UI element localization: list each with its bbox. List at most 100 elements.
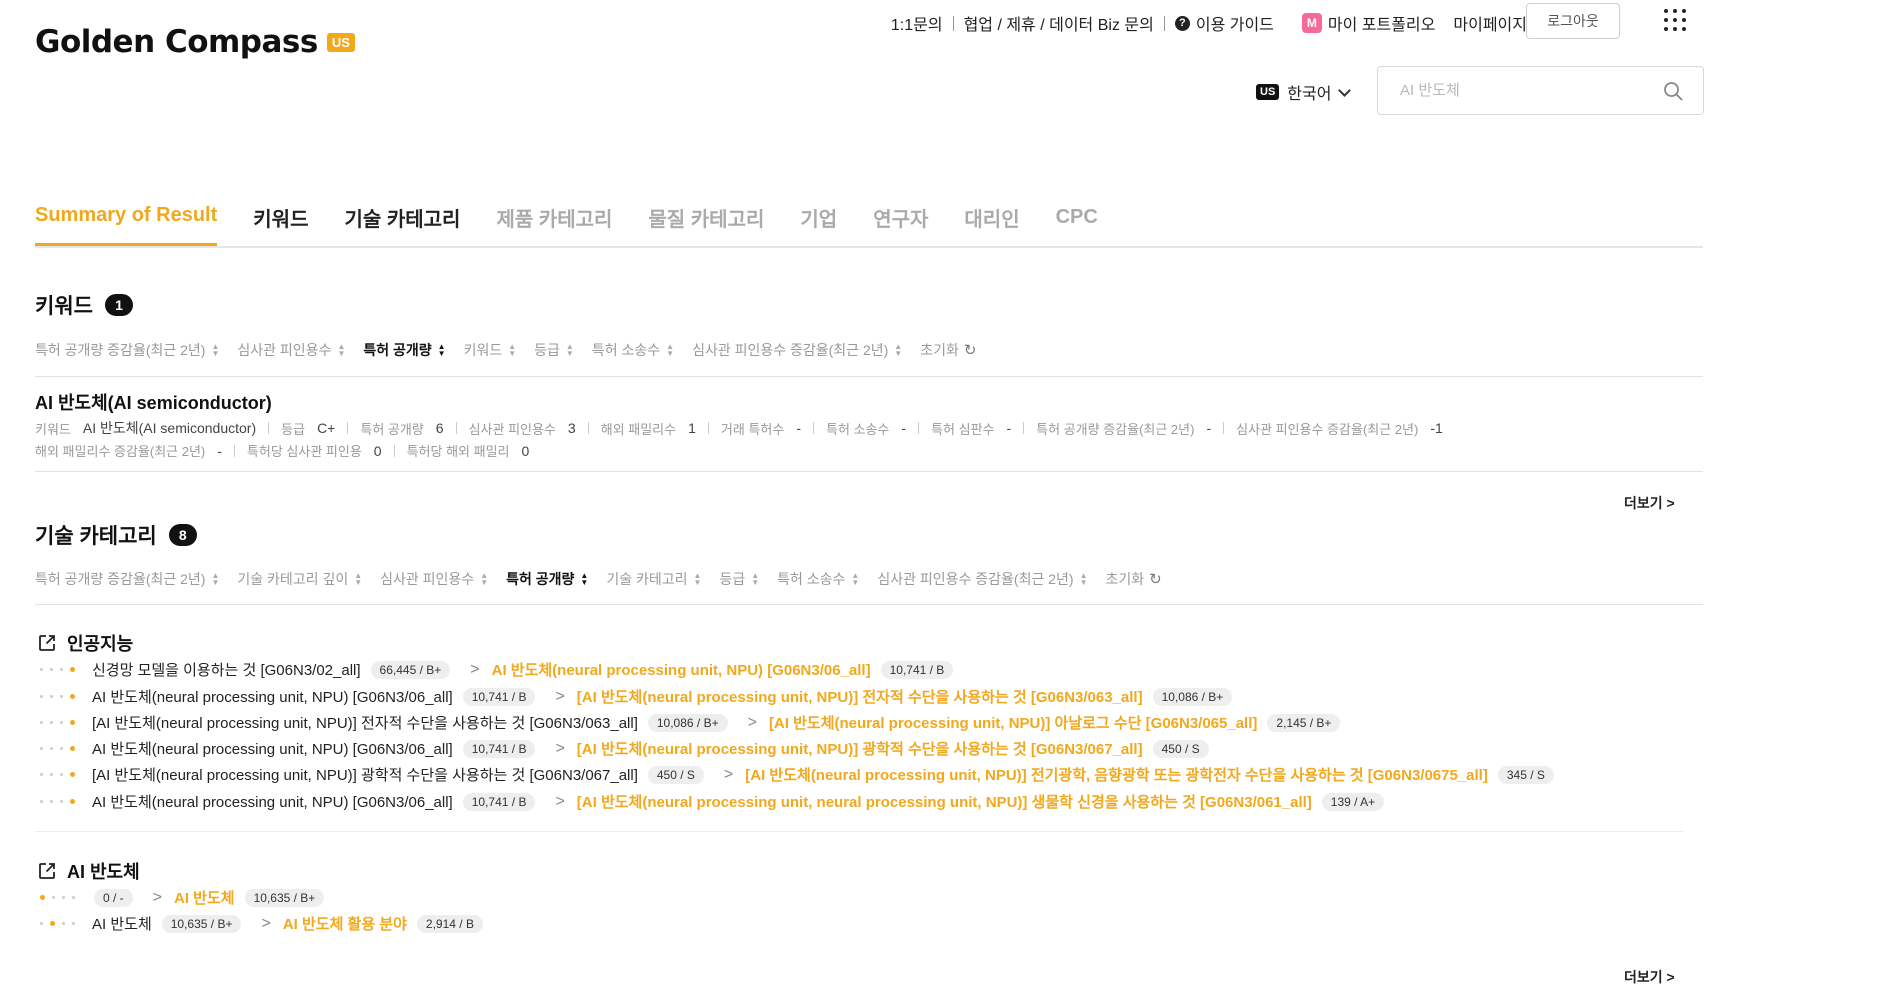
sort-citation-growth[interactable]: 심사관 피인용수 증감율(최근 2년) ▲ ▼ xyxy=(692,340,902,360)
sort-icon: ▲ ▼ xyxy=(337,342,346,358)
stat-chip: 10,086 / B+ xyxy=(647,713,728,732)
sort-icon: ▲ ▼ xyxy=(580,571,589,587)
search-input[interactable] xyxy=(1398,81,1652,100)
path-node-highlighted[interactable]: [AI 반도체(neural processing unit, neural p… xyxy=(577,791,1312,812)
external-link-icon xyxy=(39,863,55,879)
link-inquiry[interactable]: 1:1문의 xyxy=(891,11,943,35)
path-node-highlighted[interactable]: AI 반도체(neural processing unit, NPU) [G06… xyxy=(492,659,871,680)
path-node-highlighted[interactable]: AI 반도체 xyxy=(174,887,235,908)
sort-tech-category[interactable]: 기술 카테고리 ▲ ▼ xyxy=(606,569,701,589)
tab-cpc[interactable]: CPC xyxy=(1056,194,1098,246)
sort-category-depth[interactable]: 기술 카테고리 깊이 ▲ ▼ xyxy=(237,569,362,589)
path-node[interactable]: [AI 반도체(neural processing unit, NPU)] 광학… xyxy=(92,764,638,785)
link-mypage[interactable]: 마이페이지 xyxy=(1453,11,1527,35)
path-node-highlighted[interactable]: AI 반도체 활용 분야 xyxy=(283,913,407,934)
sort-examiner-citations[interactable]: 심사관 피인용수 ▲ ▼ xyxy=(380,569,488,589)
logo-text: Golden Compass xyxy=(35,24,318,60)
chevron-right-icon: > xyxy=(555,792,565,810)
category-group-ai[interactable]: 인공지능 xyxy=(38,630,133,656)
keyword-meta-line-1: 키워드 AI 반도체(AI semiconductor) 등급 C+ 특허 공개량 6… xyxy=(35,420,1443,437)
sort-citation-growth[interactable]: 심사관 피인용수 증감율(최근 2년) ▲ ▼ xyxy=(877,569,1087,589)
tab-tech-category[interactable]: 기술 카테고리 xyxy=(344,194,460,246)
category-path-row: 0 / - > AI 반도체 10,635 / B+ xyxy=(40,887,325,908)
category-group-ai-semiconductor[interactable]: AI 반도체 xyxy=(38,858,140,884)
reset-filters-button[interactable]: 초기화 ↻ xyxy=(920,340,976,360)
path-node-highlighted[interactable]: [AI 반도체(neural processing unit, NPU)] 아날… xyxy=(769,712,1257,733)
depth-dots xyxy=(40,746,82,751)
keyword-more-link[interactable]: 더보기 > xyxy=(1624,493,1675,513)
link-portfolio[interactable]: 마이 포트폴리오 xyxy=(1328,11,1436,35)
sort-icon: ▲ ▼ xyxy=(354,571,363,587)
search-icon[interactable] xyxy=(1663,81,1683,101)
category-path-row: AI 반도체(neural processing unit, NPU) [G06… xyxy=(40,686,1233,707)
help-icon: ? xyxy=(1174,15,1190,31)
sort-examiner-citations[interactable]: 심사관 피인용수 ▲ ▼ xyxy=(237,340,345,360)
tech-more-link[interactable]: 더보기 > xyxy=(1624,967,1675,987)
tab-researcher[interactable]: 연구자 xyxy=(873,194,928,246)
category-group-name: AI 반도체 xyxy=(67,862,140,882)
keyword-item-title[interactable]: AI 반도체(AI semiconductor) xyxy=(35,389,272,415)
link-biz-inquiry[interactable]: 협업 / 제휴 / 데이터 Biz 문의 xyxy=(964,11,1154,35)
sort-grade[interactable]: 등급 ▲ ▼ xyxy=(534,340,574,360)
sort-icon: ▲ ▼ xyxy=(480,571,489,587)
apps-grid-icon[interactable] xyxy=(1664,9,1686,31)
sort-litigation[interactable]: 특허 소송수 ▲ ▼ xyxy=(777,569,859,589)
chevron-right-icon: > xyxy=(723,765,734,783)
stat-chip: 10,635 / B+ xyxy=(244,888,325,907)
category-path-row: AI 반도체(neural processing unit, NPU) [G06… xyxy=(40,738,1209,759)
depth-dots xyxy=(40,694,82,699)
chevron-right-icon: > xyxy=(555,739,565,757)
category-path-row: AI 반도체(neural processing unit, NPU) [G06… xyxy=(40,791,1385,812)
search-box[interactable] xyxy=(1377,66,1704,115)
stat-chip: 10,741 / B xyxy=(462,792,536,811)
language-selector[interactable]: US 한국어 xyxy=(1256,80,1352,104)
path-node-highlighted[interactable]: [AI 반도체(neural processing unit, NPU)] 전기… xyxy=(745,764,1488,785)
sort-icon: ▲ ▼ xyxy=(508,342,517,358)
path-node[interactable]: AI 반도체 xyxy=(92,913,152,934)
tab-agent[interactable]: 대리인 xyxy=(964,194,1019,246)
language-label: 한국어 xyxy=(1287,86,1332,103)
sort-litigation[interactable]: 특허 소송수 ▲ ▼ xyxy=(592,340,674,360)
reset-filters-button[interactable]: 초기화 ↻ xyxy=(1105,569,1161,589)
tab-material-category[interactable]: 물질 카테고리 xyxy=(648,194,764,246)
depth-dots xyxy=(40,799,82,804)
keyword-section-title: 키워드 1 xyxy=(35,290,133,320)
category-path-row: [AI 반도체(neural processing unit, NPU)] 전자… xyxy=(40,712,1341,733)
tab-summary[interactable]: Summary of Result xyxy=(35,194,218,246)
keyword-filters: 특허 공개량 증감율(최근 2년) ▲ ▼ 심사관 피인용수 ▲ ▼ 특허 공개량 ▲ ▼ … xyxy=(35,340,994,360)
path-node[interactable]: AI 반도체(neural processing unit, NPU) [G06… xyxy=(92,738,453,759)
path-node[interactable]: AI 반도체(neural processing unit, NPU) [G06… xyxy=(92,686,453,707)
stat-chip: 450 / S xyxy=(647,765,704,784)
tab-product-category[interactable]: 제품 카테고리 xyxy=(496,194,612,246)
logout-button[interactable]: 로그아웃 xyxy=(1526,3,1620,39)
lang-region-badge: US xyxy=(1256,84,1280,100)
sort-publication-count[interactable]: 특허 공개량 ▲ ▼ xyxy=(506,569,588,589)
chevron-right-icon: > xyxy=(470,660,480,678)
depth-dots xyxy=(40,895,82,900)
logo[interactable]: Golden Compass US xyxy=(35,24,355,60)
path-node-highlighted[interactable]: [AI 반도체(neural processing unit, NPU)] 전자… xyxy=(577,686,1143,707)
path-node[interactable]: AI 반도체(neural processing unit, NPU) [G06… xyxy=(92,791,453,812)
depth-dots xyxy=(40,772,82,777)
category-group-name: 인공지능 xyxy=(67,634,134,654)
stat-chip: 10,741 / B xyxy=(462,687,536,706)
path-node-highlighted[interactable]: [AI 반도체(neural processing unit, NPU)] 광학… xyxy=(577,738,1143,759)
sort-icon: ▲ ▼ xyxy=(666,342,675,358)
divider xyxy=(35,471,1703,472)
path-node[interactable]: 신경망 모델을 이용하는 것 [G06N3/02_all] xyxy=(92,659,361,680)
chevron-down-icon xyxy=(1338,83,1352,97)
sort-publication-growth[interactable]: 특허 공개량 증감율(최근 2년) ▲ ▼ xyxy=(35,569,219,589)
path-node[interactable]: [AI 반도체(neural processing unit, NPU)] 전자… xyxy=(92,712,638,733)
divider xyxy=(35,376,1703,377)
tab-company[interactable]: 기업 xyxy=(800,194,837,246)
tab-keyword[interactable]: 키워드 xyxy=(253,194,308,246)
divider xyxy=(952,15,954,31)
category-path-row: [AI 반도체(neural processing unit, NPU)] 광학… xyxy=(40,764,1554,785)
sort-publication-count[interactable]: 특허 공개량 ▲ ▼ xyxy=(363,340,445,360)
stat-chip: 10,741 / B xyxy=(462,739,536,758)
count-badge: 8 xyxy=(168,524,197,546)
sort-publication-growth[interactable]: 특허 공개량 증감율(최근 2년) ▲ ▼ xyxy=(35,340,219,360)
sort-keyword[interactable]: 키워드 ▲ ▼ xyxy=(464,340,517,360)
sort-grade[interactable]: 등급 ▲ ▼ xyxy=(719,569,759,589)
link-guide[interactable]: 이용 가이드 xyxy=(1196,11,1274,35)
